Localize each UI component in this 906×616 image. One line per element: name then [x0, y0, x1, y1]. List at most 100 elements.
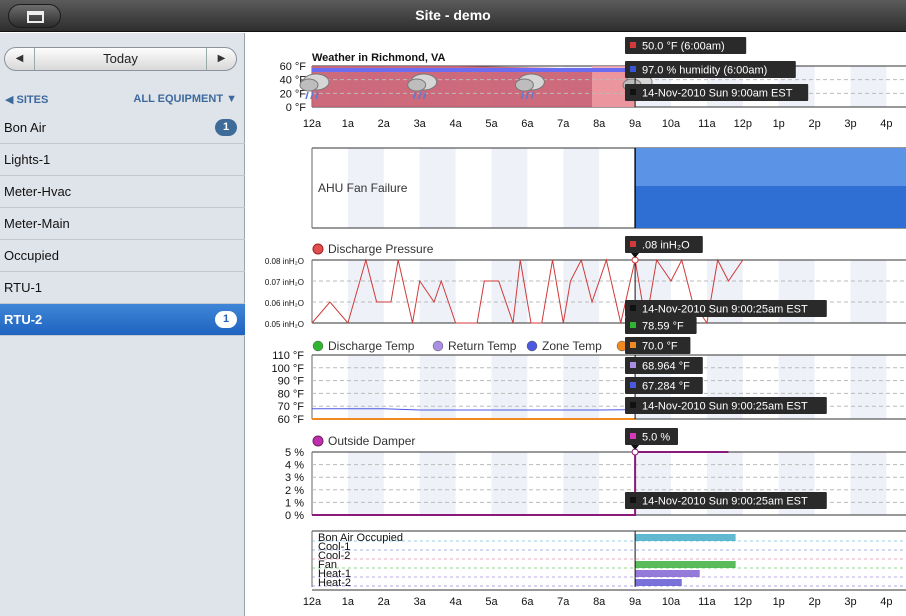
time-axis-label: 1a: [342, 118, 355, 130]
weather-humidity-tooltip: 97.0 % humidity (6:00am): [642, 65, 767, 77]
time-axis-label: 3p: [844, 596, 856, 608]
y-tick-label: 90 °F: [278, 376, 305, 388]
damper-time-tooltip: 14-Nov-2010 Sun 9:00:25am EST: [642, 496, 808, 508]
damper-time-tooltip-swatch: [630, 497, 636, 503]
hour-band: [347, 452, 384, 515]
cloud-shape: [407, 78, 427, 92]
time-axis-label: 4a: [449, 118, 462, 130]
y-tick-label: 100 °F: [271, 363, 304, 375]
hour-band: [850, 452, 887, 515]
y-tick-label: 110 °F: [272, 350, 304, 362]
day-navigator: ◀ Today ▶: [4, 47, 237, 71]
hour-band: [419, 452, 456, 515]
hour-band: [563, 452, 600, 515]
pressure-value-tooltip: .08 inH₂O: [642, 240, 690, 252]
time-axis-label: 12p: [734, 118, 752, 130]
sidebar-item-label: Meter-Main: [4, 216, 70, 231]
pressure-legend-dot: [312, 243, 324, 255]
temp-time-tooltip: 14-Nov-2010 Sun 9:00:25am EST: [642, 401, 808, 413]
sidebar-item-label: Occupied: [4, 248, 59, 263]
y-tick-label: 0 %: [285, 510, 304, 522]
time-axis-label: 6a: [521, 118, 534, 130]
time-axis-label: 5a: [485, 118, 498, 130]
sidebar: ◀ Today ▶ ◀ SITES ALL EQUIPMENT ▼ Bon Ai…: [0, 33, 245, 616]
sidebar-item-label: RTU-2: [4, 312, 43, 327]
humidity-band: [312, 68, 636, 72]
sidebar-item-bon-air[interactable]: Bon Air 1: [0, 112, 245, 144]
y-tick-label: 3 %: [285, 472, 304, 484]
time-axis-label: 5a: [485, 596, 498, 608]
cursor-marker: [631, 253, 640, 258]
weather-humidity-tooltip-swatch: [630, 66, 636, 72]
sidebar-item-meter-hvac[interactable]: Meter-Hvac: [0, 176, 245, 208]
status-row-label: Heat-2: [318, 577, 351, 589]
hour-band: [347, 260, 384, 323]
sites-back-link[interactable]: ◀ SITES: [5, 93, 48, 106]
alarm-count-badge: 1: [215, 311, 237, 328]
time-axis-label: 7a: [557, 596, 570, 608]
time-axis-label: 6a: [521, 596, 534, 608]
time-axis-label: 10a: [662, 596, 681, 608]
temp-value-tooltip: 68.964 °F: [642, 361, 690, 373]
time-axis-label: 4a: [449, 596, 462, 608]
hour-band: [419, 148, 456, 228]
status-bar: [635, 570, 700, 577]
weather-title: Weather in Richmond, VA: [312, 52, 445, 64]
pressure-time-tooltip-swatch: [630, 305, 636, 311]
damper-value-tooltip: 5.0 %: [642, 432, 670, 444]
sidebar-item-label: Bon Air: [4, 120, 46, 135]
hour-band: [347, 355, 384, 419]
next-day-button[interactable]: ▶: [206, 48, 236, 70]
temp-legend-label: Discharge Temp: [328, 339, 415, 353]
temp-legend-label: Zone Temp: [542, 339, 602, 353]
cursor-marker: [631, 445, 640, 450]
rain-drop: [305, 91, 309, 100]
status-bar: [635, 534, 736, 541]
temp-legend-dot: [432, 340, 444, 352]
y-tick-label: 80 °F: [278, 388, 305, 400]
status-bar: [635, 579, 682, 586]
temp-legend-dot: [526, 340, 538, 352]
time-axis-label: 3p: [844, 118, 856, 130]
damper-legend-dot: [312, 435, 324, 447]
sidebar-item-meter-main[interactable]: Meter-Main: [0, 208, 245, 240]
time-axis-label: 1a: [342, 596, 355, 608]
hour-band: [563, 148, 600, 228]
equipment-filter[interactable]: ALL EQUIPMENT ▼: [133, 93, 237, 105]
time-axis-label: 12a: [303, 118, 322, 130]
cloud-shape: [514, 78, 534, 92]
sidebar-item-rtu-1[interactable]: RTU-1: [0, 272, 245, 304]
hour-band: [850, 260, 887, 323]
temp-legend-dot: [312, 340, 324, 352]
sidebar-item-label: Meter-Hvac: [4, 184, 72, 199]
time-axis-label: 4p: [880, 118, 892, 130]
cloud-shape: [299, 78, 319, 92]
sidebar-header: ◀ SITES ALL EQUIPMENT ▼: [0, 91, 245, 111]
time-axis-label: 9a: [629, 596, 642, 608]
time-axis-label: 1p: [773, 596, 785, 608]
sidebar-item-occupied[interactable]: Occupied: [0, 240, 245, 272]
alarm-count-badge: 1: [215, 119, 237, 136]
hour-band: [491, 148, 528, 228]
hour-band: [491, 355, 528, 419]
sidebar-item-lights-1[interactable]: Lights-1: [0, 144, 245, 176]
temp-value-tooltip: 78.59 °F: [642, 321, 684, 333]
hour-band: [850, 66, 887, 107]
y-tick-label: 2 %: [285, 485, 304, 497]
sidebar-item-rtu-2[interactable]: RTU-2 1: [0, 304, 245, 336]
title-bar: Site - demo: [0, 0, 906, 32]
time-axis-label: 2a: [378, 596, 391, 608]
sidebar-item-label: RTU-1: [4, 280, 43, 295]
temp-value-tooltip: 70.0 °F: [642, 341, 678, 353]
time-axis-label: 3a: [414, 596, 427, 608]
temp-value-tooltip-swatch: [630, 382, 636, 388]
time-axis-label: 11a: [698, 118, 716, 130]
y-tick-label: 0.06 inH₂O: [265, 299, 304, 308]
y-tick-label: 5 %: [285, 447, 304, 459]
day-label[interactable]: Today: [35, 48, 206, 70]
damper-title: Outside Damper: [328, 434, 415, 448]
pressure-time-tooltip: 14-Nov-2010 Sun 9:00:25am EST: [642, 304, 808, 316]
previous-day-button[interactable]: ◀: [5, 48, 35, 70]
window-title: Site - demo: [415, 7, 491, 23]
temp-time-tooltip-swatch: [630, 402, 636, 408]
